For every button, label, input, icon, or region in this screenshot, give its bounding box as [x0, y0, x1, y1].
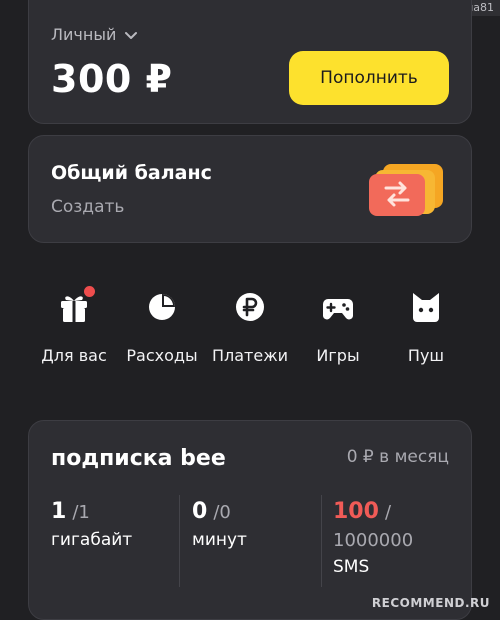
sms-allowance: 100/ 1000000 SMS	[333, 499, 413, 577]
quick-action-label: Игры	[316, 346, 360, 365]
topup-button[interactable]: Пополнить	[289, 51, 449, 105]
minutes-total: /0	[213, 502, 231, 523]
quick-action-label: Расходы	[126, 346, 198, 365]
sms-unit: SMS	[333, 557, 370, 577]
quick-action-push[interactable]: Пуш	[382, 290, 470, 370]
account-label: Личный	[51, 25, 117, 44]
minutes-allowance: 0/0 минут	[192, 499, 247, 550]
sms-used: 100	[333, 499, 379, 524]
quick-action-label: Пуш	[407, 346, 445, 365]
quick-actions: Для вас Расходы Платежи Игры Пуш	[30, 284, 470, 370]
account-selector[interactable]: Личный	[51, 25, 138, 44]
general-balance-create-link[interactable]: Создать	[51, 197, 124, 217]
quick-action-label: Платежи	[211, 346, 289, 365]
gamepad-icon	[323, 299, 353, 320]
account-card: Личный 300 ₽ Пополнить	[28, 0, 472, 124]
minutes-used: 0	[192, 499, 208, 524]
watermark-site: RECOMMEND.RU	[371, 596, 490, 610]
data-allowance: 1/1 гигабайт	[51, 499, 132, 550]
quick-action-expenses[interactable]: Расходы	[118, 290, 206, 370]
quick-action-for-you[interactable]: Для вас	[30, 284, 118, 370]
data-unit: гигабайт	[51, 530, 133, 550]
data-used: 1	[51, 499, 67, 524]
pie-chart-icon	[149, 294, 175, 320]
chevron-down-icon	[125, 31, 138, 39]
sms-total-separator: /	[384, 502, 392, 523]
wallet-transfer-icon	[369, 164, 443, 216]
minutes-unit: минут	[192, 530, 247, 550]
divider	[179, 495, 180, 587]
data-total: /1	[72, 502, 90, 523]
quick-action-payments[interactable]: Платежи	[206, 290, 294, 370]
divider	[321, 495, 322, 587]
subscription-title: подписка bee	[51, 446, 226, 471]
ruble-coin-icon	[236, 293, 264, 321]
sms-total: 1000000	[333, 530, 414, 551]
quick-action-games[interactable]: Игры	[294, 290, 382, 370]
general-balance-title: Общий баланс	[51, 162, 212, 184]
account-balance: 300 ₽	[51, 57, 173, 101]
cat-face-icon	[413, 293, 439, 322]
subscription-price: 0 ₽ в месяц	[346, 447, 449, 467]
general-balance-card[interactable]: Общий баланс Создать	[28, 135, 472, 243]
quick-action-label: Для вас	[41, 346, 107, 365]
notification-badge	[82, 284, 97, 299]
subscription-card[interactable]: подписка bee 0 ₽ в месяц 1/1 гигабайт 0/…	[28, 420, 472, 620]
